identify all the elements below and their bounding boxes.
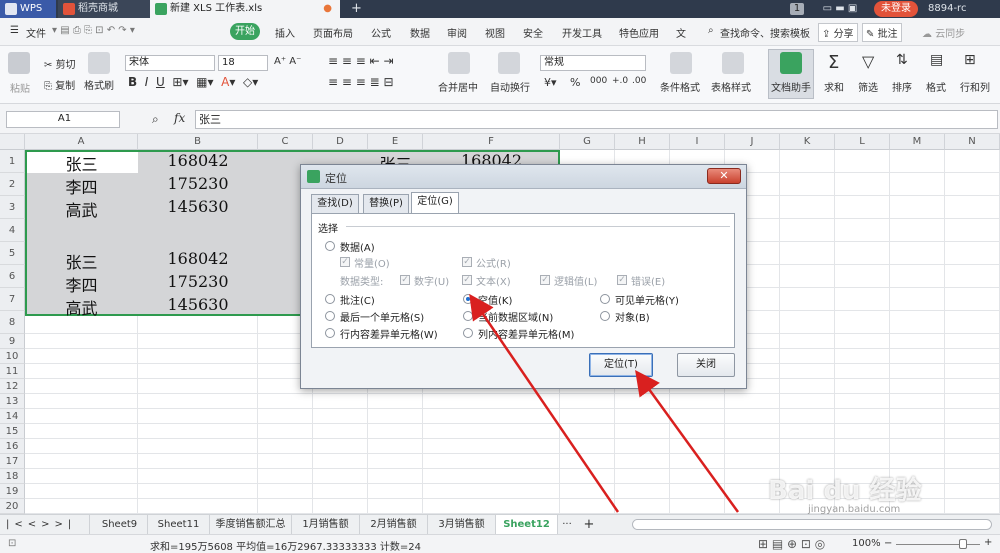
arrow-to-goto-button bbox=[635, 369, 740, 513]
watermark-url: jingyan.baidu.com bbox=[808, 504, 901, 515]
arrow-to-blank-option bbox=[469, 293, 620, 513]
baidu-watermark: Bai du 经验 bbox=[768, 476, 922, 506]
